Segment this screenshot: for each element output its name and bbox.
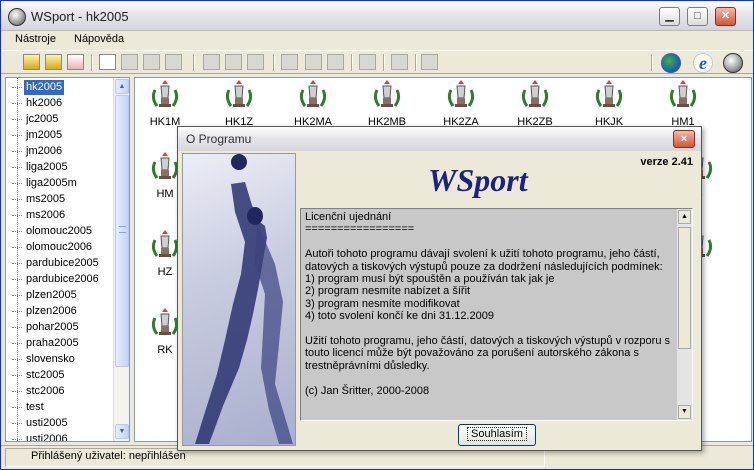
tool-6-icon[interactable] <box>359 54 376 70</box>
toolbar-separator <box>383 54 385 71</box>
toolbar-separator <box>273 54 275 71</box>
list-item[interactable]: stc2006 <box>12 384 67 399</box>
close-icon: ✕ <box>720 10 731 22</box>
status-text: Přihlášený uživatel: nepřihlášen <box>31 450 186 462</box>
license-text: Licenční ujednání ================= Auto… <box>305 211 671 397</box>
list-item[interactable]: ms2005 <box>11 192 67 207</box>
list-item[interactable]: olomouc2006 <box>11 240 94 255</box>
document-copy-icon[interactable] <box>121 54 138 70</box>
scroll-down-arrow[interactable]: ▼ <box>115 424 129 439</box>
list-item[interactable]: usti2005 <box>12 416 70 431</box>
list-item[interactable]: liga2005 <box>12 160 70 175</box>
tool-4-icon[interactable] <box>305 54 322 70</box>
list-item[interactable]: stc2005 <box>12 368 67 383</box>
license-scroll-down[interactable]: ▼ <box>678 405 691 419</box>
toolbar-separator <box>415 54 417 71</box>
open-folder-icon[interactable] <box>23 54 40 70</box>
dialog-title: O Programu <box>186 132 252 146</box>
main-window: WSport - hk2005 ▁ □ ✕ Nástroje Nápověda … <box>0 0 754 470</box>
version-label: verze 2.41 <box>640 156 693 168</box>
list-items: hk2005 hk2006 jc2005 jm2005 jm2006 liga2005 li… <box>6 78 114 441</box>
tool-1-icon[interactable] <box>203 54 220 70</box>
list-item[interactable]: jm2005 <box>11 128 64 143</box>
license-scrollbar[interactable]: ▲ ▼ <box>677 209 692 420</box>
trophy-icon <box>297 80 329 112</box>
list-item[interactable]: ms2006 <box>11 208 67 223</box>
about-dialog: O Programu × WSport verze 2.41 Licenční … <box>177 126 702 451</box>
license-scroll-up[interactable]: ▲ <box>678 210 691 224</box>
list-item[interactable]: liga2005m <box>12 176 79 191</box>
trophy-icon <box>223 80 255 112</box>
documents-icon[interactable] <box>165 54 182 70</box>
scroll-thumb[interactable] <box>115 95 129 367</box>
tool-5-icon[interactable] <box>327 54 344 70</box>
toolbar-separator <box>651 54 653 71</box>
list-item[interactable]: praha2005 <box>12 336 81 351</box>
window-icon[interactable] <box>421 54 438 70</box>
toolbar: e <box>1 50 753 74</box>
list-item[interactable]: pohar2005 <box>12 320 81 335</box>
app-brand: WSport <box>428 162 528 198</box>
maximize-icon: □ <box>694 10 701 22</box>
tool-2-icon[interactable] <box>225 54 242 70</box>
close-button[interactable]: ✕ <box>715 7 736 26</box>
player-silhouette-icon <box>195 154 293 444</box>
toolbar-separator <box>91 54 93 71</box>
trophy-icon <box>519 80 551 112</box>
menu-bar: Nástroje Nápověda <box>1 31 753 49</box>
tool-3-icon[interactable] <box>247 54 264 70</box>
grip-icon <box>119 226 126 233</box>
wsport-icon[interactable] <box>723 53 743 73</box>
menu-napoveda[interactable]: Nápověda <box>74 33 124 45</box>
license-textbox[interactable]: Licenční ujednání ================= Auto… <box>300 208 693 421</box>
list-item[interactable]: hk2006 <box>11 96 64 111</box>
toolbar-separator <box>193 54 195 71</box>
help-icon[interactable] <box>391 54 408 70</box>
globe-icon[interactable] <box>661 53 681 73</box>
trophy-icon <box>371 80 403 112</box>
license-scroll-thumb[interactable] <box>678 227 691 349</box>
minimize-icon: ▁ <box>665 10 674 22</box>
list-item[interactable]: plzen2006 <box>12 304 79 319</box>
minimize-button[interactable]: ▁ <box>659 7 680 26</box>
database-list[interactable]: hk2005 hk2006 jc2005 jm2005 jm2006 liga2005 li… <box>5 77 130 442</box>
list-item[interactable]: test <box>12 400 46 415</box>
internet-explorer-icon[interactable]: e <box>693 53 713 73</box>
window-title: WSport - hk2005 <box>31 9 129 24</box>
wsport-app-icon <box>8 8 26 26</box>
dialog-close-button[interactable]: × <box>673 130 695 148</box>
dice-icon[interactable] <box>281 54 298 70</box>
delete-icon[interactable] <box>67 54 84 70</box>
trophy-icon <box>593 80 625 112</box>
list-item[interactable]: jm2006 <box>11 144 64 159</box>
list-item[interactable]: jc2005 <box>11 112 60 127</box>
list-item[interactable]: plzen2005 <box>12 288 79 303</box>
agree-button[interactable]: Souhlasím <box>458 424 536 446</box>
document-icon[interactable] <box>99 54 116 70</box>
volleyball-player-image <box>182 153 296 446</box>
tree-line <box>17 78 18 441</box>
list-item[interactable]: olomouc2005 <box>11 224 94 239</box>
scroll-up-arrow[interactable]: ▲ <box>115 79 129 94</box>
trophy-icon <box>149 80 181 112</box>
dialog-title-bar[interactable]: O Programu × <box>178 127 701 151</box>
toolbar-separator <box>351 54 353 71</box>
trophy-icon <box>445 80 477 112</box>
list-item[interactable]: usti2006 <box>12 432 70 441</box>
list-scrollbar[interactable]: ▲ ▼ <box>113 78 129 441</box>
maximize-button[interactable]: □ <box>687 7 708 26</box>
list-item[interactable]: pardubice2006 <box>12 272 101 287</box>
title-bar[interactable]: WSport - hk2005 ▁ □ ✕ <box>1 1 753 31</box>
list-item[interactable]: pardubice2005 <box>12 256 101 271</box>
trophy-icon <box>667 80 699 112</box>
list-item[interactable]: hk2005 <box>11 80 65 95</box>
menu-nastroje[interactable]: Nástroje <box>15 33 56 45</box>
save-icon[interactable] <box>45 54 62 70</box>
list-item[interactable]: slovensko <box>12 352 77 367</box>
agree-button-label: Souhlasím <box>467 427 527 441</box>
document-edit-icon[interactable] <box>143 54 160 70</box>
